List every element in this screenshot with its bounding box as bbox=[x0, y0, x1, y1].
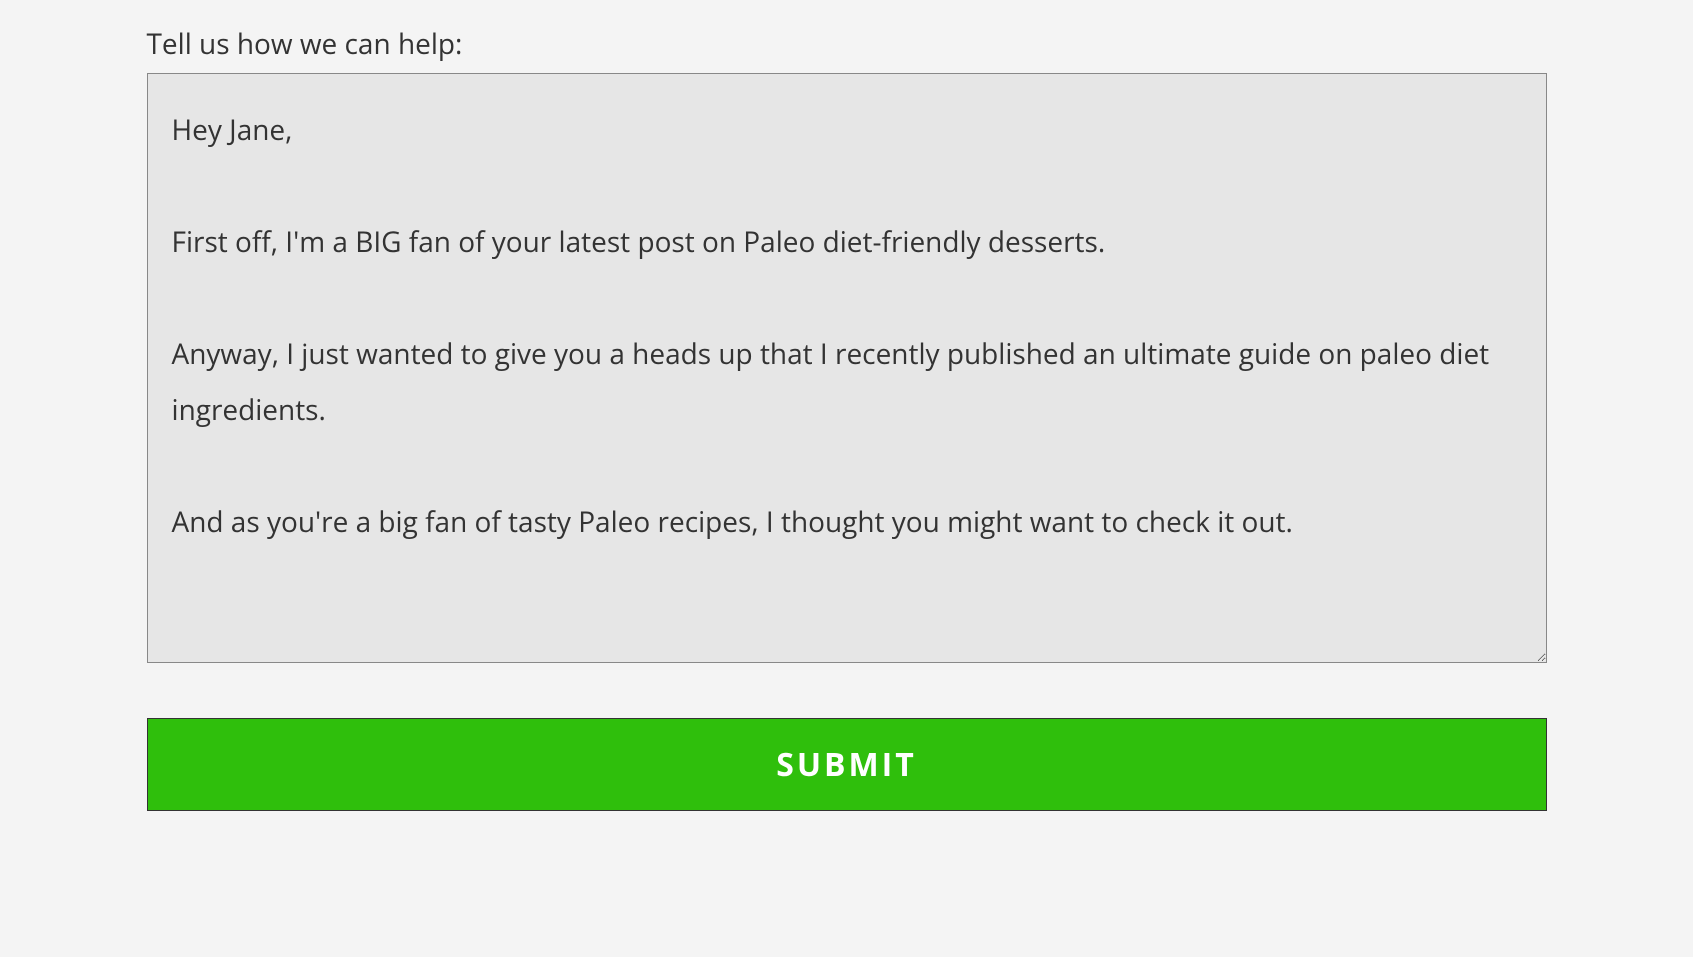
help-message-textarea[interactable] bbox=[147, 73, 1547, 663]
help-form-container: Tell us how we can help: SUBMIT bbox=[147, 25, 1547, 811]
message-field-label: Tell us how we can help: bbox=[147, 25, 1547, 63]
submit-button[interactable]: SUBMIT bbox=[147, 718, 1547, 811]
